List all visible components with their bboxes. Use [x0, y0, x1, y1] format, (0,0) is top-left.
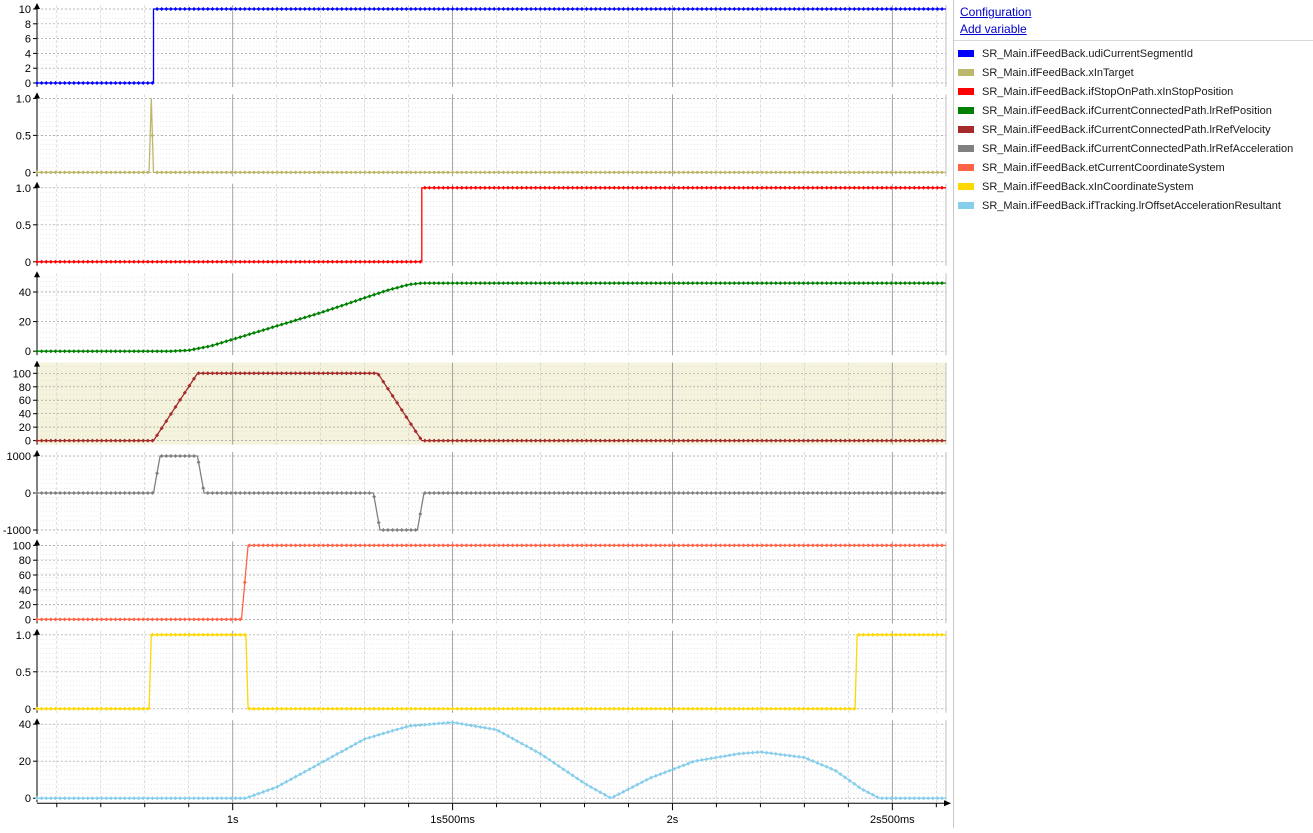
configuration-link[interactable]: Configuration: [960, 5, 1031, 19]
chart-panel: 0 20 40: [19, 718, 947, 805]
panel-background: [37, 5, 946, 87]
y-tick-label: 60: [19, 395, 31, 407]
y-tick-label: 0: [25, 78, 31, 90]
y-tick-label: 40: [19, 409, 31, 421]
chart-panel: 0 2040 6080 100: [13, 360, 947, 448]
x-axis-arrow: [944, 800, 951, 807]
y-tick-label: 80: [19, 555, 31, 567]
y-tick-label: 80: [19, 382, 31, 394]
y-tick-label: 0: [25, 167, 31, 179]
y-tick-label: 0.5: [16, 220, 31, 232]
chart-panel: 0 2 4 6 8 10: [19, 3, 947, 90]
y-tick-label: 20: [19, 317, 31, 329]
y-tick-label: 1.0: [16, 93, 31, 105]
legend-swatch: [958, 88, 974, 95]
x-tick-label: 1s500ms: [430, 814, 475, 826]
y-tick-label: 0: [25, 488, 31, 500]
legend-item[interactable]: SR_Main.ifFeedBack.xInCoordinateSystem: [958, 177, 1308, 196]
legend-swatch: [958, 202, 974, 209]
y-tick-label: 6: [25, 34, 31, 46]
legend-label: SR_Main.ifFeedBack.ifStopOnPath.xInStopP…: [982, 85, 1234, 98]
y-tick-label: 0: [25, 436, 31, 448]
legend-label: SR_Main.ifFeedBack.ifCurrentConnectedPat…: [982, 104, 1272, 117]
legend-swatch: [958, 69, 974, 76]
y-tick-label: 4: [25, 48, 31, 60]
y-tick-label: 0: [25, 257, 31, 269]
legend-swatch: [958, 50, 974, 57]
y-tick-label: 0.5: [16, 667, 31, 679]
y-tick-label: 40: [19, 287, 31, 299]
legend-swatch: [958, 107, 974, 114]
chart-panel: 0 0.5 1.0: [16, 628, 947, 716]
y-tick-label: 0: [25, 704, 31, 716]
y-tick-label: 100: [13, 368, 31, 380]
legend-label: SR_Main.ifFeedBack.xInTarget: [982, 66, 1134, 79]
legend-item[interactable]: SR_Main.ifFeedBack.ifStopOnPath.xInStopP…: [958, 82, 1308, 101]
y-tick-label: 1.0: [16, 630, 31, 642]
y-tick-label: 8: [25, 19, 31, 31]
legend-item[interactable]: SR_Main.ifFeedBack.udiCurrentSegmentId: [958, 44, 1308, 63]
y-tick-label: 1000: [7, 451, 31, 463]
legend-label: SR_Main.ifFeedBack.xInCoordinateSystem: [982, 180, 1194, 193]
legend-swatch: [958, 164, 974, 171]
y-tick-label: 40: [19, 719, 31, 731]
y-tick-label: 20: [19, 600, 31, 612]
y-tick-label: -1000: [3, 525, 31, 537]
x-tick-label: 1s: [227, 814, 239, 826]
panel-background: [37, 362, 946, 445]
y-tick-label: 20: [19, 422, 31, 434]
plot-area[interactable]: 0 2 4 6 8 10 0 0.5 1.0 0 0.5 1.0 0 20 40 0 20 40 60 80 100 -1…: [0, 0, 953, 828]
chart-panel: 0 0.5 1.0: [16, 181, 947, 269]
y-tick-label: 0: [25, 614, 31, 626]
add-variable-link[interactable]: Add variable: [960, 22, 1027, 36]
panel-background: [37, 541, 946, 624]
legend-item[interactable]: SR_Main.ifFeedBack.ifTracking.lrOffsetAc…: [958, 196, 1308, 215]
x-tick-label: 2s500ms: [870, 814, 915, 826]
y-tick-label: 0.5: [16, 130, 31, 142]
y-tick-label: 60: [19, 570, 31, 582]
legend-swatch: [958, 183, 974, 190]
chart-panel: 0 0.5 1.0: [16, 92, 947, 179]
legend-item[interactable]: SR_Main.ifFeedBack.ifCurrentConnectedPat…: [958, 101, 1308, 120]
y-tick-label: 20: [19, 756, 31, 768]
y-tick-label: 1.0: [16, 183, 31, 195]
chart-panel: 0 20 40: [19, 271, 947, 358]
legend-item[interactable]: SR_Main.ifFeedBack.xInTarget: [958, 63, 1308, 82]
panel-background: [37, 273, 946, 356]
y-tick-label: 0: [25, 793, 31, 805]
trace-chart[interactable]: 024681000.51.000.51.002040020406080100-1…: [0, 0, 953, 828]
legend-label: SR_Main.ifFeedBack.udiCurrentSegmentId: [982, 47, 1193, 60]
legend-label: SR_Main.ifFeedBack.ifCurrentConnectedPat…: [982, 123, 1271, 136]
y-tick-label: 0: [25, 346, 31, 358]
legend-label: SR_Main.ifFeedBack.etCurrentCoordinateSy…: [982, 161, 1225, 174]
legend-label: SR_Main.ifFeedBack.ifTracking.lrOffsetAc…: [982, 199, 1281, 212]
legend-label: SR_Main.ifFeedBack.ifCurrentConnectedPat…: [982, 142, 1294, 155]
y-tick-label: 40: [19, 585, 31, 597]
variable-legend: SR_Main.ifFeedBack.udiCurrentSegmentId SR…: [954, 40, 1313, 829]
legend-swatch: [958, 126, 974, 133]
legend-item[interactable]: SR_Main.ifFeedBack.ifCurrentConnectedPat…: [958, 139, 1308, 158]
y-tick-label: 100: [13, 540, 31, 552]
legend-item[interactable]: SR_Main.ifFeedBack.ifCurrentConnectedPat…: [958, 120, 1308, 139]
y-tick-label: 10: [19, 4, 31, 16]
variable-side-panel: Configuration Add variable SR_Main.ifFee…: [953, 0, 1313, 828]
legend-swatch: [958, 145, 974, 152]
y-tick-label: 2: [25, 63, 31, 75]
chart-panel: 0 20 40 60 80 100: [13, 539, 947, 626]
legend-item[interactable]: SR_Main.ifFeedBack.etCurrentCoordinateSy…: [958, 158, 1308, 177]
x-axis: 1s 1s500ms 2s 2s500ms: [37, 800, 951, 826]
x-tick-label: 2s: [667, 814, 679, 826]
chart-panel: -1000 0 1000: [3, 450, 947, 537]
